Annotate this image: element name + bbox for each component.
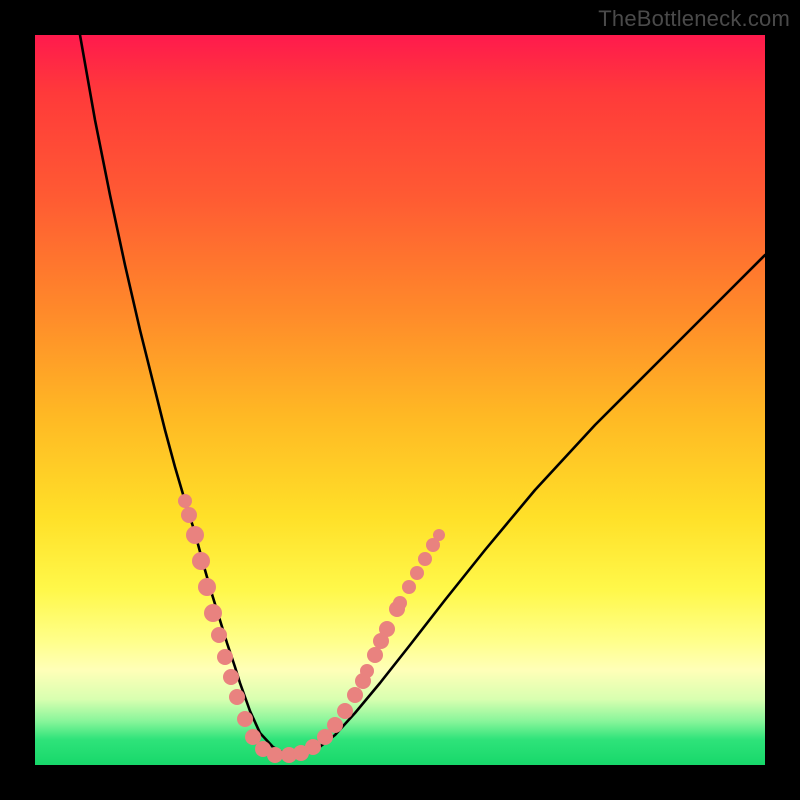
highlight-dot (410, 566, 424, 580)
highlight-dot (402, 580, 416, 594)
highlight-dot (198, 578, 216, 596)
highlight-dot (267, 747, 283, 763)
highlight-dots-group (178, 494, 445, 763)
watermark-text: TheBottleneck.com (598, 6, 790, 32)
highlight-dot (192, 552, 210, 570)
highlight-dot (337, 703, 353, 719)
highlight-dot (181, 507, 197, 523)
highlight-dot (393, 596, 407, 610)
highlight-dot (186, 526, 204, 544)
highlight-dot (327, 717, 343, 733)
highlight-dot (211, 627, 227, 643)
bottleneck-curve (80, 35, 765, 755)
highlight-dot (433, 529, 445, 541)
highlight-dot (229, 689, 245, 705)
highlight-dot (223, 669, 239, 685)
highlight-dot (217, 649, 233, 665)
highlight-dot (178, 494, 192, 508)
highlight-dot (367, 647, 383, 663)
curve-svg (35, 35, 765, 765)
highlight-dot (379, 621, 395, 637)
chart-frame: TheBottleneck.com (0, 0, 800, 800)
highlight-dot (418, 552, 432, 566)
highlight-dot (360, 664, 374, 678)
highlight-dot (347, 687, 363, 703)
highlight-dot (204, 604, 222, 622)
highlight-dot (237, 711, 253, 727)
plot-area (35, 35, 765, 765)
